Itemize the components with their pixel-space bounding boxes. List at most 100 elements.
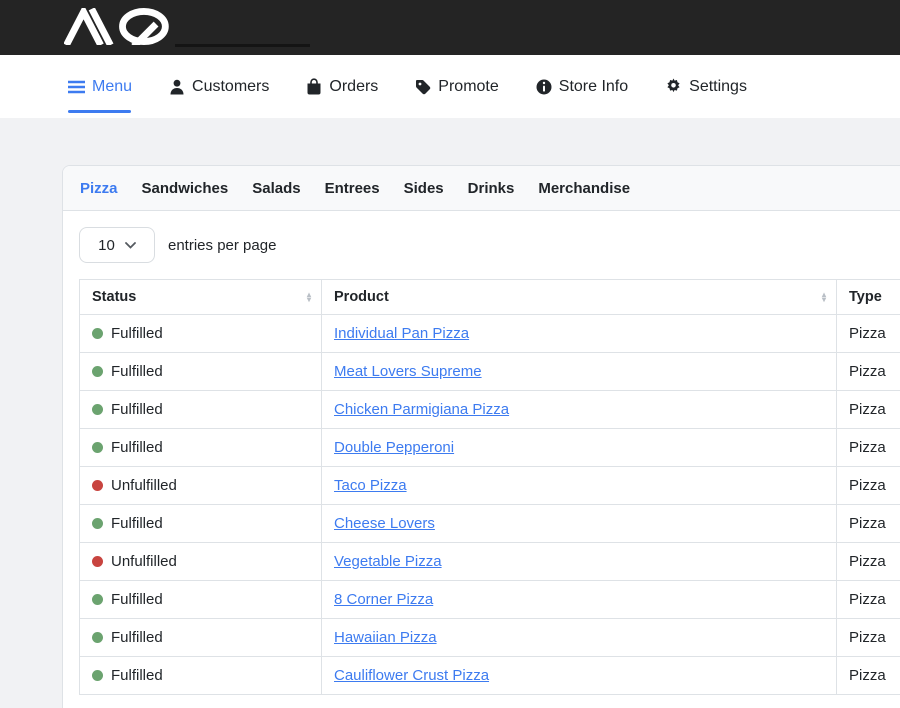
product-link[interactable]: Chicken Parmigiana Pizza — [334, 401, 509, 418]
status-dot-icon — [92, 556, 103, 567]
product-cell: Meat Lovers Supreme — [322, 353, 837, 391]
tab-pizza[interactable]: Pizza — [80, 180, 118, 197]
category-tabs: Pizza Sandwiches Salads Entrees Sides Dr… — [63, 166, 900, 211]
tab-drinks[interactable]: Drinks — [468, 180, 515, 197]
top-app-bar — [0, 0, 900, 55]
status-cell: Fulfilled — [80, 581, 322, 619]
product-link[interactable]: Individual Pan Pizza — [334, 325, 469, 342]
nav-item-label: Store Info — [559, 78, 628, 96]
type-cell: Pizza — [837, 543, 900, 581]
status-cell: Fulfilled — [80, 391, 322, 429]
pagination-summary: Showing 1 to 10 of 20 entries — [63, 695, 900, 708]
nav-item-label: Promote — [438, 78, 498, 96]
table-header-row: Status ▴▾ Product ▴▾ Type — [80, 280, 900, 315]
status-dot-icon — [92, 670, 103, 681]
info-circle-icon — [536, 79, 552, 95]
product-link[interactable]: Hawaiian Pizza — [334, 629, 437, 646]
status-label: Fulfilled — [111, 515, 163, 532]
status-dot-icon — [92, 366, 103, 377]
table-body: Fulfilled Individual Pan Pizza Pizza Ful… — [80, 315, 900, 695]
status-label: Fulfilled — [111, 629, 163, 646]
tab-sandwiches[interactable]: Sandwiches — [142, 180, 229, 197]
products-table: Status ▴▾ Product ▴▾ Type Fulfill — [79, 279, 900, 695]
column-header-type[interactable]: Type — [837, 280, 900, 315]
status-cell: Fulfilled — [80, 619, 322, 657]
product-link[interactable]: Cheese Lovers — [334, 515, 435, 532]
tab-entrees[interactable]: Entrees — [325, 180, 380, 197]
status-cell: Fulfilled — [80, 353, 322, 391]
tab-sides[interactable]: Sides — [404, 180, 444, 197]
nav-item-store-info[interactable]: Store Info — [536, 78, 628, 96]
nav-item-label: Customers — [192, 78, 269, 96]
aiq-logo-icon — [64, 8, 181, 45]
tab-salads[interactable]: Salads — [252, 180, 300, 197]
tag-icon — [415, 79, 431, 95]
hamburger-icon — [68, 80, 85, 94]
nav-item-settings[interactable]: Settings — [665, 78, 747, 96]
page-size-value: 10 — [98, 237, 115, 254]
sort-icon: ▴▾ — [822, 292, 826, 302]
table-row: Unfulfilled Taco Pizza Pizza — [80, 467, 900, 505]
product-cell: Cauliflower Crust Pizza — [322, 657, 837, 695]
person-icon — [169, 79, 185, 95]
status-label: Fulfilled — [111, 363, 163, 380]
nav-item-customers[interactable]: Customers — [169, 78, 269, 96]
nav-item-label: Settings — [689, 78, 747, 96]
status-dot-icon — [92, 594, 103, 605]
table-row: Fulfilled Individual Pan Pizza Pizza — [80, 315, 900, 353]
chevron-down-icon — [125, 242, 136, 249]
type-cell: Pizza — [837, 467, 900, 505]
type-cell: Pizza — [837, 315, 900, 353]
status-cell: Fulfilled — [80, 505, 322, 543]
status-dot-icon — [92, 480, 103, 491]
status-cell: Fulfilled — [80, 429, 322, 467]
product-cell: Individual Pan Pizza — [322, 315, 837, 353]
product-link[interactable]: Taco Pizza — [334, 477, 407, 494]
table-row: Unfulfilled Vegetable Pizza Pizza — [80, 543, 900, 581]
type-cell: Pizza — [837, 391, 900, 429]
status-dot-icon — [92, 328, 103, 339]
product-cell: Vegetable Pizza — [322, 543, 837, 581]
bag-icon — [306, 78, 322, 95]
table-row: Fulfilled 8 Corner Pizza Pizza — [80, 581, 900, 619]
nav-item-orders[interactable]: Orders — [306, 78, 378, 96]
column-header-status[interactable]: Status ▴▾ — [80, 280, 322, 315]
nav-item-promote[interactable]: Promote — [415, 78, 498, 96]
type-cell: Pizza — [837, 505, 900, 543]
product-link[interactable]: Cauliflower Crust Pizza — [334, 667, 489, 684]
topbar-accent-strip — [175, 44, 310, 47]
table-row: Fulfilled Cheese Lovers Pizza — [80, 505, 900, 543]
product-cell: Taco Pizza — [322, 467, 837, 505]
product-link[interactable]: Double Pepperoni — [334, 439, 454, 456]
product-cell: Chicken Parmigiana Pizza — [322, 391, 837, 429]
menu-panel: Pizza Sandwiches Salads Entrees Sides Dr… — [62, 165, 900, 708]
nav-item-menu[interactable]: Menu — [68, 78, 132, 96]
status-dot-icon — [92, 442, 103, 453]
product-cell: Double Pepperoni — [322, 429, 837, 467]
status-label: Fulfilled — [111, 401, 163, 418]
status-cell: Fulfilled — [80, 657, 322, 695]
status-cell: Unfulfilled — [80, 543, 322, 581]
status-dot-icon — [92, 404, 103, 415]
tab-merchandise[interactable]: Merchandise — [538, 180, 630, 197]
gear-icon — [665, 78, 682, 95]
status-label: Unfulfilled — [111, 553, 177, 570]
status-label: Fulfilled — [111, 439, 163, 456]
product-link[interactable]: Meat Lovers Supreme — [334, 363, 482, 380]
status-cell: Fulfilled — [80, 315, 322, 353]
table-row: Fulfilled Double Pepperoni Pizza — [80, 429, 900, 467]
status-label: Fulfilled — [111, 591, 163, 608]
entries-per-page-row: 10 entries per page — [63, 211, 900, 279]
product-link[interactable]: Vegetable Pizza — [334, 553, 442, 570]
type-cell: Pizza — [837, 581, 900, 619]
type-cell: Pizza — [837, 619, 900, 657]
product-link[interactable]: 8 Corner Pizza — [334, 591, 433, 608]
status-dot-icon — [92, 518, 103, 529]
entries-per-page-label: entries per page — [168, 237, 276, 254]
product-cell: Cheese Lovers — [322, 505, 837, 543]
primary-nav: Menu Customers Orders Promote Store Info… — [0, 55, 900, 118]
table-row: Fulfilled Chicken Parmigiana Pizza Pizza — [80, 391, 900, 429]
page-size-select[interactable]: 10 — [79, 227, 155, 263]
table-row: Fulfilled Cauliflower Crust Pizza Pizza — [80, 657, 900, 695]
column-header-product[interactable]: Product ▴▾ — [322, 280, 837, 315]
